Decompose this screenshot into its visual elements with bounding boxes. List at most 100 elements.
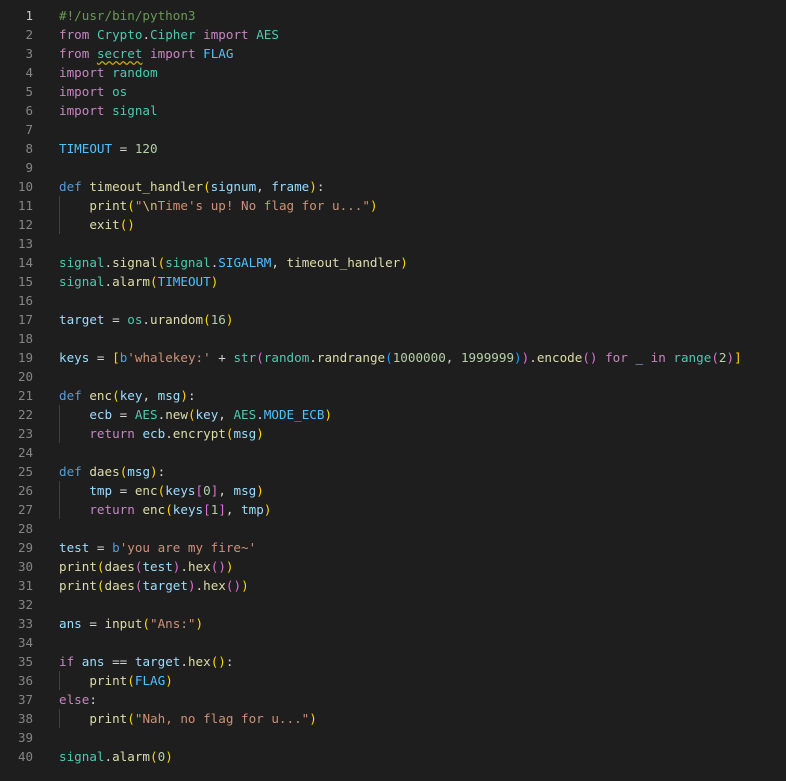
line-number: 5 [25,84,33,99]
code-editor[interactable]: 1 #!/usr/bin/python3 2 from Crypto.Cipher i… [0,0,786,781]
line-code: ecb = AES.new(key, AES.MODE_ECB) [89,407,333,422]
line-number: 19 [17,350,33,365]
line-number: 7 [25,122,33,137]
line-number: 2 [25,27,33,42]
code-line[interactable]: 10 def timeout_handler(signum, frame): [0,177,786,196]
code-line[interactable]: 12 exit() [0,215,786,234]
code-token: else [59,692,90,707]
code-line[interactable]: 38 print("Nah, no flag for u...") [0,709,786,728]
code-line[interactable]: 14 signal.signal(signal.SIGALRM, timeout_… [0,253,786,272]
code-line[interactable]: 11 print("\nTime's up! No flag for u..."… [0,196,786,215]
line-number: 14 [17,255,33,270]
code-token: os [127,312,143,327]
line-code: print(FLAG) [59,671,172,690]
code-token: 16 [210,312,226,327]
code-token: () [210,654,226,669]
code-line[interactable]: 16 [0,291,786,310]
code-token: ecb [142,426,166,441]
code-token: () [582,350,598,365]
code-token: ( [142,616,151,631]
line-code: print("Nah, no flag for u...") [59,709,317,728]
code-token: enc [142,502,166,517]
code-line[interactable]: 23 return ecb.encrypt(msg) [0,424,786,443]
code-line[interactable]: 3 from secret import FLAG [0,44,786,63]
code-line[interactable]: 37 else: [0,690,786,709]
code-line[interactable]: 22 ecb = AES.new(key, AES.MODE_ECB) [0,405,786,424]
code-token: secret [96,46,143,61]
line-code: import signal [59,101,158,120]
line-code: #!/usr/bin/python3 [59,6,195,25]
code-line[interactable]: 4 import random [0,63,786,82]
line-code: exit() [59,215,135,234]
code-line[interactable]: 29 test = b'you are my fire~' [0,538,786,557]
code-token: 'whalekey:' [127,350,211,365]
code-token: exit [89,217,120,232]
line-number: 9 [25,160,33,175]
code-token: 'you are my fire~' [119,540,257,555]
code-line[interactable]: 33 ans = input("Ans:") [0,614,786,633]
code-line[interactable]: 30 print(daes(test).hex()) [0,557,786,576]
code-line[interactable]: 20 [0,367,786,386]
code-line[interactable]: 26 tmp = enc(keys[0], msg) [0,481,786,500]
code-line[interactable]: 17 target = os.urandom(16) [0,310,786,329]
code-line[interactable]: 2 from Crypto.Cipher import AES [0,25,786,44]
code-line[interactable]: 35 if ans == target.hex(): [0,652,786,671]
line-number: 6 [25,103,33,118]
line-number: 3 [25,46,33,61]
code-token: AES [233,407,257,422]
code-line[interactable]: 13 [0,234,786,253]
code-token: ) [263,502,272,517]
code-token: ( [127,198,135,213]
code-token: ( [96,578,105,593]
code-token: _ [635,350,644,365]
code-line[interactable]: 21 def enc(key, msg): [0,386,786,405]
code-token: ) [324,407,333,422]
line-code: target = os.urandom(16) [59,312,234,327]
code-token: () [119,217,135,232]
code-token: ( [256,350,264,365]
code-token: signal [59,749,105,764]
code-token: ( [711,350,719,365]
code-line[interactable]: 1 #!/usr/bin/python3 [0,6,786,25]
code-token: () [225,578,242,593]
code-token: FLAG [134,673,166,688]
line-number: 27 [17,502,33,517]
code-line[interactable]: 28 [0,519,786,538]
code-token: import [59,84,105,99]
code-line[interactable]: 31 print(daes(target).hex()) [0,576,786,595]
code-token: "Nah, no flag for u..." [134,711,310,726]
code-token: ( [150,749,158,764]
code-token: Cipher [150,27,196,42]
code-token: key [195,407,219,422]
code-line[interactable]: 32 [0,595,786,614]
editor-top-edge [0,0,786,5]
line-number: 26 [17,483,33,498]
code-line[interactable]: 25 def daes(msg): [0,462,786,481]
code-line[interactable]: 36 print(FLAG) [0,671,786,690]
code-token: ( [203,312,211,327]
code-line[interactable]: 8 TIMEOUT = 120 [0,139,786,158]
code-line[interactable]: 27 return enc(keys[1], tmp) [0,500,786,519]
line-code: def daes(msg): [59,464,166,479]
code-line[interactable]: 19 keys = [b'whalekey:' + str(random.rand… [0,348,786,367]
code-token: AES [134,407,158,422]
code-line[interactable]: 15 signal.alarm(TIMEOUT) [0,272,786,291]
code-line[interactable]: 34 [0,633,786,652]
line-number: 29 [17,540,33,555]
code-line[interactable]: 5 import os [0,82,786,101]
code-line[interactable]: 9 [0,158,786,177]
code-area[interactable]: 1 #!/usr/bin/python3 2 from Crypto.Cipher i… [0,6,786,766]
code-line[interactable]: 40 signal.alarm(0) [0,747,786,766]
code-line[interactable]: 39 [0,728,786,747]
line-code: tmp = enc(keys[0], msg) [89,483,264,498]
line-number: 18 [17,331,33,346]
code-line[interactable]: 6 import signal [0,101,786,120]
line-number: 22 [17,407,33,422]
code-line[interactable]: 18 [0,329,786,348]
code-line[interactable]: 7 [0,120,786,139]
code-token: ( [165,502,173,517]
code-token: daes [104,559,135,574]
code-line[interactable]: 24 [0,443,786,462]
line-code: ans = input("Ans:") [59,616,204,631]
code-token: import [59,103,105,118]
